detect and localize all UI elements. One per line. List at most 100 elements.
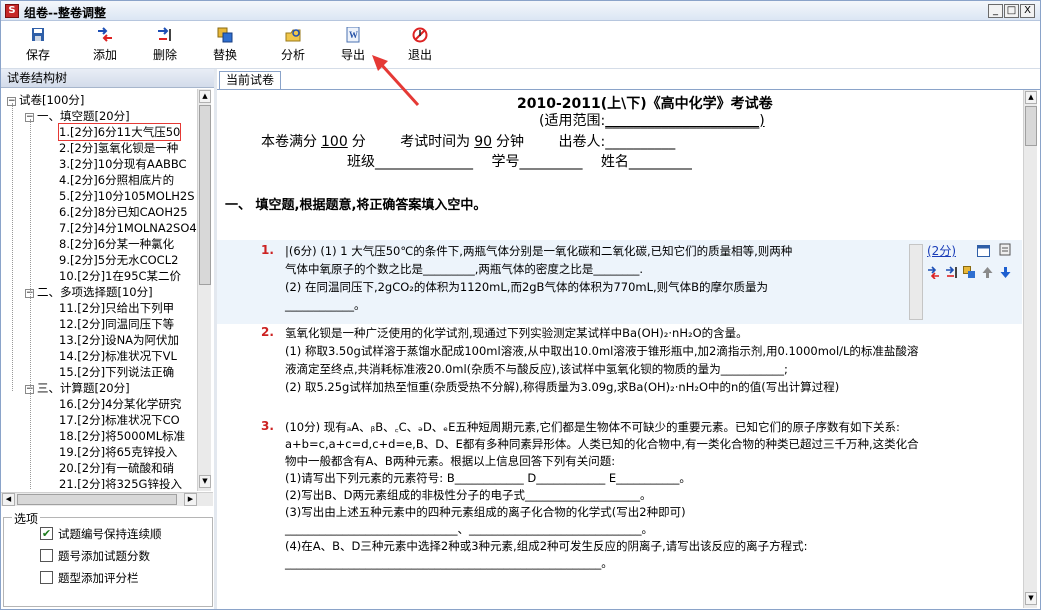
replace-icon[interactable] xyxy=(963,266,976,279)
tree-question-item[interactable]: 1.[2分]6分11大气压50 xyxy=(57,123,182,141)
tree-node-label: 20.[2分]有一硫酸和硝 xyxy=(59,461,175,475)
tree-question-item[interactable]: 8.[2分]6分某一种氯化 xyxy=(59,236,174,252)
delete-icon xyxy=(156,27,174,43)
tree-question-item[interactable]: 7.[2分]4分1MOLNA2SO4 xyxy=(59,220,197,236)
save-label: 保存 xyxy=(25,48,50,62)
edit-icon[interactable] xyxy=(999,243,1012,256)
scroll-left-icon[interactable]: ◀ xyxy=(2,493,15,506)
tree-question-item[interactable]: 15.[2分]下列说法正确 xyxy=(59,364,174,380)
document-vertical-scrollbar[interactable]: ▲ ▼ xyxy=(1023,90,1037,608)
tree-question-item[interactable]: 9.[2分]5分无水COCL2 xyxy=(59,252,178,268)
tree-question-item[interactable]: 4.[2分]6分照相底片的 xyxy=(59,172,174,188)
analyze-icon xyxy=(284,27,302,43)
tree-question-item[interactable]: 5.[2分]10分105MOLH2S xyxy=(59,188,195,204)
tree-vertical-scrollbar[interactable]: ▲ ▼ xyxy=(197,89,211,491)
tab-current-paper[interactable]: 当前试卷 xyxy=(219,71,281,89)
tree-question-item[interactable]: 2.[2分]氢氧化钡是一种 xyxy=(59,140,178,156)
tree-question-item[interactable]: 20.[2分]有一硫酸和硝 xyxy=(59,460,174,476)
question-3[interactable]: 3. (10分) 现有ₐA、ᵦB、꜀C、ₔD、ₑE五种短周期元素,它们都是生物体… xyxy=(217,416,1022,596)
scroll-right-icon[interactable]: ▶ xyxy=(184,493,197,506)
structure-tree-pane: 试卷结构树 − 试卷[100分] − 一、填空题[20分] 1.[2分]6分11大气压5… xyxy=(1,69,214,609)
delete-label: 删除 xyxy=(152,48,177,62)
save-button[interactable]: 保存 xyxy=(13,25,63,65)
calendar-icon[interactable] xyxy=(977,244,990,257)
tree-question-item[interactable]: 18.[2分]将5000ML标准 xyxy=(59,428,185,444)
add-button[interactable]: 添加 xyxy=(80,25,130,65)
app-icon: S xyxy=(5,4,19,18)
tree-root[interactable]: − 试卷[100分] xyxy=(7,92,84,108)
tree-question-item[interactable]: 6.[2分]8分已知CAOH25 xyxy=(59,204,188,220)
delete-button[interactable]: 删除 xyxy=(140,25,190,65)
scroll-down-icon[interactable]: ▼ xyxy=(1025,592,1037,605)
exit-button[interactable]: 退出 xyxy=(395,25,445,65)
question-number: 3. xyxy=(261,419,274,433)
question-line: ________________________________________… xyxy=(285,556,613,570)
question-line: ____________。 xyxy=(285,298,366,312)
tree-question-item[interactable]: 11.[2分]只给出下列甲 xyxy=(59,300,174,316)
tree-question-item[interactable]: 21.[2分]将325G锌投入 xyxy=(59,476,182,489)
tree-node-label: 3.[2分]10分现有AABBC xyxy=(59,157,187,171)
student-info-line: 班级______________ 学号_________ 姓名_________ xyxy=(347,154,692,170)
scope-line: (适用范围:______________________) xyxy=(539,113,765,129)
question-line: 液滴定至终点,共消耗标准液20.0ml(杂质不与酸反应),该试样中氢氧化钡的物质… xyxy=(285,362,788,376)
tree-section[interactable]: − 二、多项选择题[10分] xyxy=(25,284,153,300)
replace-button[interactable]: 替换 xyxy=(200,25,250,65)
tree-node-label: 18.[2分]将5000ML标准 xyxy=(59,429,186,443)
scroll-thumb[interactable] xyxy=(1025,106,1037,146)
paper-document: 2010-2011(上\下)《高中化学》考试卷 (适用范围:__________… xyxy=(217,90,1022,609)
tree-node-label: 试卷[100分] xyxy=(19,93,85,107)
hscroll-thumb[interactable] xyxy=(17,494,177,505)
tree-question-item[interactable]: 3.[2分]10分现有AABBC xyxy=(59,156,187,172)
export-word-icon: W xyxy=(344,26,362,43)
tree-question-item[interactable]: 17.[2分]标准状况下CO xyxy=(59,412,180,428)
checkbox-icon[interactable] xyxy=(40,571,53,584)
tree-question-item[interactable]: 16.[2分]4分某化学研究 xyxy=(59,396,181,412)
question-line: (10分) 现有ₐA、ᵦB、꜀C、ₔD、ₑE五种短周期元素,它们都是生物体不可缺… xyxy=(285,420,900,434)
tree-node-label: 5.[2分]10分105MOLH2S xyxy=(59,189,195,203)
delete-icon[interactable] xyxy=(945,266,958,279)
tree-node-label: 8.[2分]6分某一种氯化 xyxy=(59,237,175,251)
scroll-up-icon[interactable]: ▲ xyxy=(1025,91,1037,104)
paper-structure-tree: − 试卷[100分] − 一、填空题[20分] 1.[2分]6分11大气压50 2.[2分… xyxy=(1,89,197,489)
tree-connector xyxy=(12,103,13,391)
time-value: 90 xyxy=(474,134,493,150)
question-score-link[interactable]: (2分) xyxy=(927,242,956,259)
question-2[interactable]: 2. 氢氧化钡是一种广泛使用的化学试剂,现通过下列实验测定某试样中Ba(OH)₂… xyxy=(217,322,1022,402)
move-down-icon[interactable] xyxy=(999,266,1012,279)
move-up-icon[interactable] xyxy=(981,266,994,279)
close-button[interactable]: X xyxy=(1020,4,1035,18)
tree-section[interactable]: − 一、填空题[20分] xyxy=(25,108,130,124)
options-group: 选项 ✔ 试题编号保持连续顺 题号添加试题分数 题型添加评分栏 xyxy=(3,510,213,607)
minimize-button[interactable]: _ xyxy=(988,4,1003,18)
scroll-thumb[interactable] xyxy=(199,105,211,285)
tree-node-label: 19.[2分]将65克锌投入 xyxy=(59,445,178,459)
tree-section[interactable]: − 三、计算题[20分] xyxy=(25,380,130,396)
tree-question-item[interactable]: 13.[2分]设NA为阿伏加 xyxy=(59,332,179,348)
analyze-label: 分析 xyxy=(280,48,305,62)
add-icon[interactable] xyxy=(927,266,940,280)
tree-node-label: 2.[2分]氢氧化钡是一种 xyxy=(59,141,179,155)
checkbox-icon[interactable] xyxy=(40,549,53,562)
toolbar: 保存 添加 删除 替换 分析 W 导出 退出 xyxy=(1,21,1040,69)
maximize-button[interactable]: □ xyxy=(1004,4,1019,18)
tree-question-item[interactable]: 14.[2分]标准状况下VL xyxy=(59,348,177,364)
tree-node-label: 10.[2分]1在95C某二价 xyxy=(59,269,182,283)
tree-horizontal-scrollbar[interactable]: ◀ ▶ xyxy=(1,492,213,506)
tree-connector xyxy=(30,119,31,489)
checkbox-checked-icon[interactable]: ✔ xyxy=(40,527,53,540)
analyze-button[interactable]: 分析 xyxy=(268,25,318,65)
scroll-down-icon[interactable]: ▼ xyxy=(199,475,211,488)
tree-node-label: 15.[2分]下列说法正确 xyxy=(59,365,175,379)
export-button[interactable]: W 导出 xyxy=(328,25,378,65)
scroll-up-icon[interactable]: ▲ xyxy=(199,90,211,103)
exit-icon xyxy=(411,27,429,43)
add-label: 添加 xyxy=(92,48,117,62)
question-1[interactable]: 1. |(6分) (1) 1 大气压50℃的条件下,两瓶气体分别是一氧化碳和二氧… xyxy=(217,240,1022,324)
tree-question-item[interactable]: 19.[2分]将65克锌投入 xyxy=(59,444,177,460)
question-number: 1. xyxy=(261,243,274,257)
options-title: 选项 xyxy=(12,510,41,527)
main-window: S 组卷--整卷调整 _ □ X 保存 添加 删除 替换 分析 W 导出 退出 … xyxy=(0,0,1041,610)
question-line: 气体中氧原子的个数之比是_________,两瓶气体的密度之比是________… xyxy=(285,262,644,276)
tree-question-item[interactable]: 10.[2分]1在95C某二价 xyxy=(59,268,181,284)
tree-question-item[interactable]: 12.[2分]同温同压下等 xyxy=(59,316,174,332)
